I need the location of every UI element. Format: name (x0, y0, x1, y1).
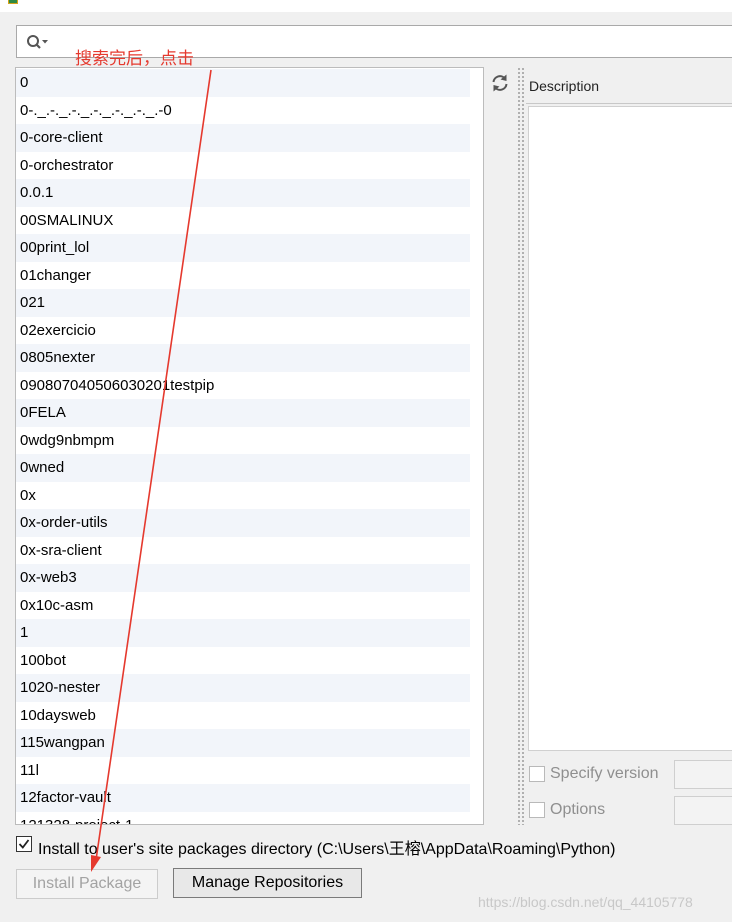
description-label: Description (529, 78, 600, 94)
package-list-item[interactable]: 0x10c-asm (16, 592, 470, 620)
package-list-item[interactable]: 0wned (16, 454, 470, 482)
package-list-item[interactable]: 11l (16, 757, 470, 785)
install-package-button[interactable]: Install Package (16, 869, 158, 899)
package-list[interactable]: 0 0-._.-._.-._.-._.-._.-._.-0 0-core-clien… (15, 67, 484, 825)
package-list-item[interactable]: 0805nexter (16, 344, 470, 372)
package-list-item[interactable]: 1020-nester (16, 674, 470, 702)
package-list-item[interactable]: 0-orchestrator (16, 152, 470, 180)
manage-repositories-button[interactable]: Manage Repositories (173, 868, 362, 898)
manage-repositories-label: Manage Repositories (191, 874, 344, 891)
app-icon (8, 0, 18, 4)
package-list-item[interactable]: 0x-sra-client (16, 537, 470, 565)
annotation-text: 搜索完后，点击 (75, 49, 194, 69)
package-list-item[interactable]: 0.0.1 (16, 179, 470, 207)
package-list-item[interactable]: 0x-web3 (16, 564, 470, 592)
package-list-item[interactable]: 1 (16, 619, 470, 647)
package-list-item[interactable]: 0-._.-._.-._.-._.-._.-._.-0 (16, 97, 470, 125)
refresh-icon[interactable] (489, 70, 511, 96)
package-list-item[interactable]: 02exercicio (16, 317, 470, 345)
description-body (528, 106, 732, 751)
package-list-item[interactable]: 01changer (16, 262, 470, 290)
package-list-item[interactable]: 0wdg9nbmpm (16, 427, 470, 455)
package-list-item[interactable]: 0x (16, 482, 470, 510)
specify-version-label: Specify version (550, 765, 659, 782)
checkbox-checked-icon (18, 839, 30, 849)
refresh-column (486, 67, 516, 825)
package-list-item[interactable]: 021 (16, 289, 470, 317)
package-list-item[interactable]: 10daysweb (16, 702, 470, 730)
options-field[interactable] (674, 796, 732, 825)
package-list-item[interactable]: 121328-project-1 (16, 812, 470, 825)
package-list-item[interactable]: 0-core-client (16, 124, 470, 152)
install-user-checkbox[interactable] (16, 836, 32, 852)
watermark-text: https://blog.csdn.net/qq_44105778 (478, 894, 693, 910)
specify-version-field[interactable] (674, 760, 732, 789)
package-list-item[interactable]: 100bot (16, 647, 470, 675)
options-label: Options (550, 801, 606, 818)
search-icon[interactable] (25, 32, 49, 52)
install-user-label: Install to user's site packages director… (38, 841, 616, 858)
package-list-item[interactable]: 0x-order-utils (16, 509, 470, 537)
package-list-item[interactable]: 0 (16, 69, 470, 97)
package-list-item[interactable]: 090807040506030201testpip (16, 372, 470, 400)
window-titlebar (0, 0, 732, 12)
specify-version-checkbox[interactable] (529, 766, 545, 782)
options-checkbox[interactable] (529, 802, 545, 818)
package-list-item[interactable]: 00print_lol (16, 234, 470, 262)
package-list-item[interactable]: 0FELA (16, 399, 470, 427)
panel-splitter[interactable] (517, 67, 525, 825)
package-list-item[interactable]: 12factor-vault (16, 784, 470, 812)
package-list-item[interactable]: 115wangpan (16, 729, 470, 757)
package-list-item[interactable]: 00SMALINUX (16, 207, 470, 235)
